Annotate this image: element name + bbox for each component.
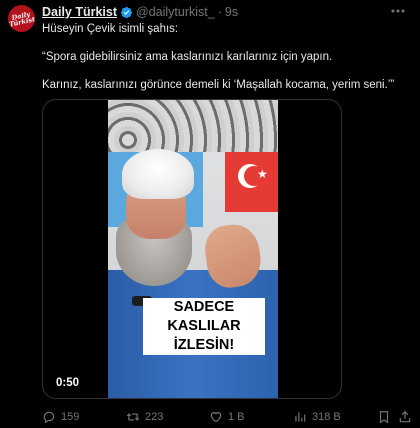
like-count: 1 B xyxy=(228,411,245,423)
tweet-header: Daily Türkist @dailyturkist_ · 9s xyxy=(42,4,238,20)
views-icon xyxy=(295,412,306,422)
like-button[interactable]: 1 B xyxy=(209,409,245,425)
separator: · xyxy=(217,5,222,19)
author-name[interactable]: Daily Türkist xyxy=(42,5,117,19)
verified-badge-icon xyxy=(120,6,133,18)
timestamp[interactable]: 9s xyxy=(225,5,238,19)
avatar[interactable]: Daily Türkist xyxy=(8,5,35,32)
tweet-text-line: Karınız, kaslarınızı görünce demeli ki ‘… xyxy=(42,79,395,91)
bookmark-icon xyxy=(379,411,389,424)
caption-line: SADECE xyxy=(173,299,235,315)
avatar-logo-text: Daily Türkist xyxy=(8,9,35,29)
bookmark-button[interactable] xyxy=(377,409,391,425)
more-icon[interactable] xyxy=(390,4,406,18)
repost-icon xyxy=(126,413,140,421)
flag-star-icon: ★ xyxy=(257,167,268,181)
repost-button[interactable]: 223 xyxy=(126,409,163,425)
action-bar: 159 223 1 B 318 B xyxy=(42,409,412,425)
speaker-turban xyxy=(122,149,194,199)
video-duration: 0:50 xyxy=(56,377,80,389)
video-player[interactable]: ★ SADECE KASLILAR İZLESİN! 0:50 xyxy=(42,99,342,399)
tweet-text-line: “Spora gidebilirsiniz ama kaslarınızı ka… xyxy=(42,51,333,63)
views-count: 318 B xyxy=(312,411,341,423)
like-icon xyxy=(210,412,222,423)
video-frame[interactable]: ★ SADECE KASLILAR İZLESİN! xyxy=(108,100,278,398)
reply-button[interactable]: 159 xyxy=(42,409,79,425)
share-button[interactable] xyxy=(398,409,412,425)
reply-icon xyxy=(43,411,55,424)
tweet-text-line: Hüseyin Çevik isimli şahıs: xyxy=(42,23,179,35)
background-curtain xyxy=(108,100,278,152)
views-button[interactable]: 318 B xyxy=(293,409,341,425)
author-handle[interactable]: @dailyturkist_ xyxy=(136,5,215,19)
repost-count: 223 xyxy=(145,411,164,423)
caption-line: KASLILAR İZLESİN! xyxy=(167,318,241,353)
reply-count: 159 xyxy=(61,411,80,423)
video-caption: SADECE KASLILAR İZLESİN! xyxy=(143,298,265,355)
share-icon xyxy=(399,410,411,423)
